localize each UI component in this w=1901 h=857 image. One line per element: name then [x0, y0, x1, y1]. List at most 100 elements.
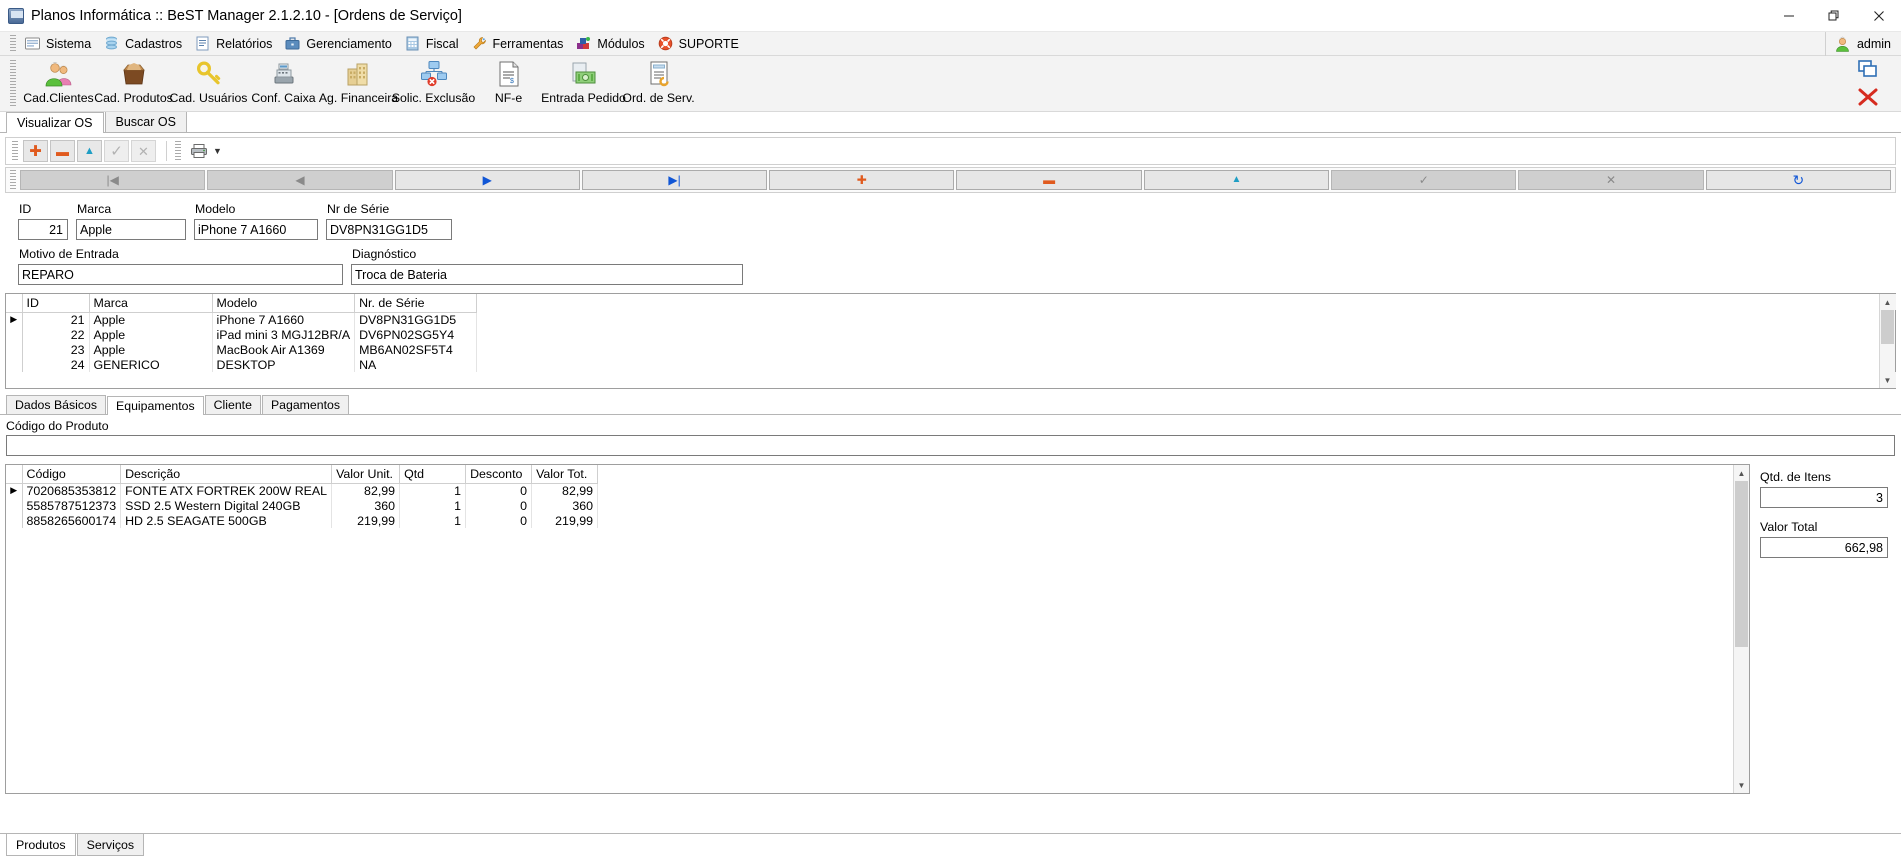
toolbar-solic-exclusao[interactable]: Solic. Exclusão: [396, 56, 471, 108]
scroll-down-icon[interactable]: ▼: [1734, 777, 1750, 793]
table-row[interactable]: 8858265600174 HD 2.5 SEAGATE 500GB 219,9…: [6, 513, 598, 528]
print-toolbar-grip[interactable]: [175, 141, 181, 161]
product-code-input[interactable]: [6, 435, 1895, 456]
scroll-down-icon[interactable]: ▼: [1880, 372, 1896, 388]
refresh-record-button[interactable]: ↻: [1706, 170, 1891, 190]
product-grid-scrollbar[interactable]: ▲ ▼: [1733, 465, 1749, 793]
motivo-input[interactable]: [18, 264, 343, 285]
col-modelo[interactable]: Modelo: [212, 294, 355, 312]
scrollbar-thumb[interactable]: [1735, 481, 1748, 647]
col-id[interactable]: ID: [22, 294, 89, 312]
modelo-input[interactable]: [194, 219, 318, 240]
tab-buscar-os[interactable]: Buscar OS: [105, 111, 187, 132]
menu-sistema-label: Sistema: [46, 37, 91, 51]
cell-valor-tot: 360: [532, 498, 598, 513]
tab-cliente[interactable]: Cliente: [205, 395, 261, 414]
toolbar-ord-de-serv[interactable]: Ord. de Serv.: [621, 56, 696, 108]
delete-record-button[interactable]: ▬: [50, 140, 75, 162]
print-button[interactable]: ▼: [186, 143, 226, 159]
next-record-button[interactable]: ▶: [395, 170, 580, 190]
tab-dados-basicos[interactable]: Dados Básicos: [6, 395, 106, 414]
tab-servicos[interactable]: Serviços: [77, 834, 145, 856]
users-icon: [44, 59, 74, 89]
prior-record-button[interactable]: ◀: [207, 170, 392, 190]
nav-post-record-button[interactable]: ✓: [1331, 170, 1516, 190]
qtd-itens-input[interactable]: [1760, 487, 1888, 508]
nav-edit-record-button[interactable]: ▲: [1144, 170, 1329, 190]
navigator-grip[interactable]: [10, 170, 16, 190]
menu-modulos[interactable]: Módulos: [572, 33, 653, 55]
menu-suporte-label: SUPORTE: [679, 37, 739, 51]
cancel-record-button[interactable]: ✕: [131, 140, 156, 162]
table-row[interactable]: 5585787512373 SSD 2.5 Western Digital 24…: [6, 498, 598, 513]
nav-delete-record-button[interactable]: ▬: [956, 170, 1141, 190]
insert-record-button[interactable]: ✚: [769, 170, 954, 190]
cell-codigo: 5585787512373: [22, 498, 121, 513]
scroll-up-icon[interactable]: ▲: [1880, 294, 1896, 310]
product-area: Código Descrição Valor Unit. Qtd Descont…: [5, 464, 1896, 794]
menu-relatorios[interactable]: Relatórios: [191, 33, 281, 55]
edit-toolbar-grip[interactable]: [12, 141, 18, 161]
menubar-grip[interactable]: [10, 35, 16, 53]
diagnostico-input[interactable]: [351, 264, 743, 285]
cell-desconto: 0: [466, 483, 532, 498]
add-record-button[interactable]: ✚: [23, 140, 48, 162]
toolbar-conf-caixa[interactable]: Conf. Caixa: [246, 56, 321, 108]
scrollbar-thumb[interactable]: [1881, 310, 1894, 344]
printer-icon: [190, 143, 208, 159]
tab-produtos[interactable]: Produtos: [6, 834, 76, 856]
menu-sistema[interactable]: Sistema: [21, 33, 100, 55]
close-document-icon[interactable]: [1857, 87, 1879, 110]
row-indicator-header: [6, 294, 22, 312]
cell-descricao: SSD 2.5 Western Digital 240GB: [121, 498, 332, 513]
post-record-button[interactable]: ✓: [104, 140, 129, 162]
scroll-up-icon[interactable]: ▲: [1734, 465, 1750, 481]
restore-button[interactable]: [1811, 0, 1856, 32]
menu-suporte[interactable]: SUPORTE: [654, 33, 748, 55]
toolbar-ag-financeira[interactable]: Ag. Financeira: [321, 56, 396, 108]
menu-cadastros-label: Cadastros: [125, 37, 182, 51]
tab-visualizar-os[interactable]: Visualizar OS: [6, 112, 104, 133]
col-desconto[interactable]: Desconto: [466, 465, 532, 483]
equipment-grid-scrollbar[interactable]: ▲ ▼: [1879, 294, 1895, 388]
id-input[interactable]: [18, 219, 68, 240]
col-serie[interactable]: Nr. de Série: [355, 294, 477, 312]
toolbar-cad-clientes[interactable]: Cad.Clientes: [21, 56, 96, 108]
toolbar-nfe[interactable]: $ NF-e: [471, 56, 546, 108]
first-record-button[interactable]: |◀: [20, 170, 205, 190]
row-indicator: [6, 342, 22, 357]
windows-cascade-icon[interactable]: [1857, 59, 1879, 82]
col-descricao[interactable]: Descrição: [121, 465, 332, 483]
product-grid-viewport: Código Descrição Valor Unit. Qtd Descont…: [6, 465, 1733, 793]
toolbar-grip[interactable]: [10, 60, 16, 108]
col-codigo[interactable]: Código: [22, 465, 121, 483]
menu-fiscal[interactable]: Fiscal: [401, 33, 468, 55]
toolbar-entrada-pedido[interactable]: Entrada Pedido: [546, 56, 621, 108]
menu-cadastros[interactable]: Cadastros: [100, 33, 191, 55]
edit-record-button[interactable]: ▲: [77, 140, 102, 162]
tab-equipamentos[interactable]: Equipamentos: [107, 396, 204, 415]
col-qtd[interactable]: Qtd: [400, 465, 466, 483]
nav-cancel-record-button[interactable]: ✕: [1518, 170, 1703, 190]
table-row[interactable]: 22 Apple iPad mini 3 MGJ12BR/A DV6PN02SG…: [6, 327, 477, 342]
last-record-button[interactable]: ▶|: [582, 170, 767, 190]
minimize-button[interactable]: [1766, 0, 1811, 32]
tab-pagamentos[interactable]: Pagamentos: [262, 395, 349, 414]
col-valor-unit[interactable]: Valor Unit.: [332, 465, 400, 483]
table-row[interactable]: ▶ 7020685353812 FONTE ATX FORTREK 200W R…: [6, 483, 598, 498]
toolbar-cad-usuarios[interactable]: Cad. Usuários: [171, 56, 246, 108]
table-row[interactable]: 24 GENERICO DESKTOP NA: [6, 357, 477, 372]
col-marca[interactable]: Marca: [89, 294, 212, 312]
serie-input[interactable]: [326, 219, 452, 240]
user-area[interactable]: admin: [1825, 32, 1901, 56]
close-button[interactable]: [1856, 0, 1901, 32]
tab-equipamentos-label: Equipamentos: [116, 399, 195, 413]
table-row[interactable]: ▶ 21 Apple iPhone 7 A1660 DV8PN31GG1D5: [6, 312, 477, 327]
marca-input[interactable]: [76, 219, 186, 240]
table-row[interactable]: 23 Apple MacBook Air A1369 MB6AN02SF5T4: [6, 342, 477, 357]
col-valor-tot[interactable]: Valor Tot.: [532, 465, 598, 483]
menu-ferramentas[interactable]: Ferramentas: [468, 33, 573, 55]
toolbar-cad-produtos[interactable]: Cad. Produtos: [96, 56, 171, 108]
menu-gerenciamento[interactable]: Gerenciamento: [281, 33, 400, 55]
valor-total-input[interactable]: [1760, 537, 1888, 558]
